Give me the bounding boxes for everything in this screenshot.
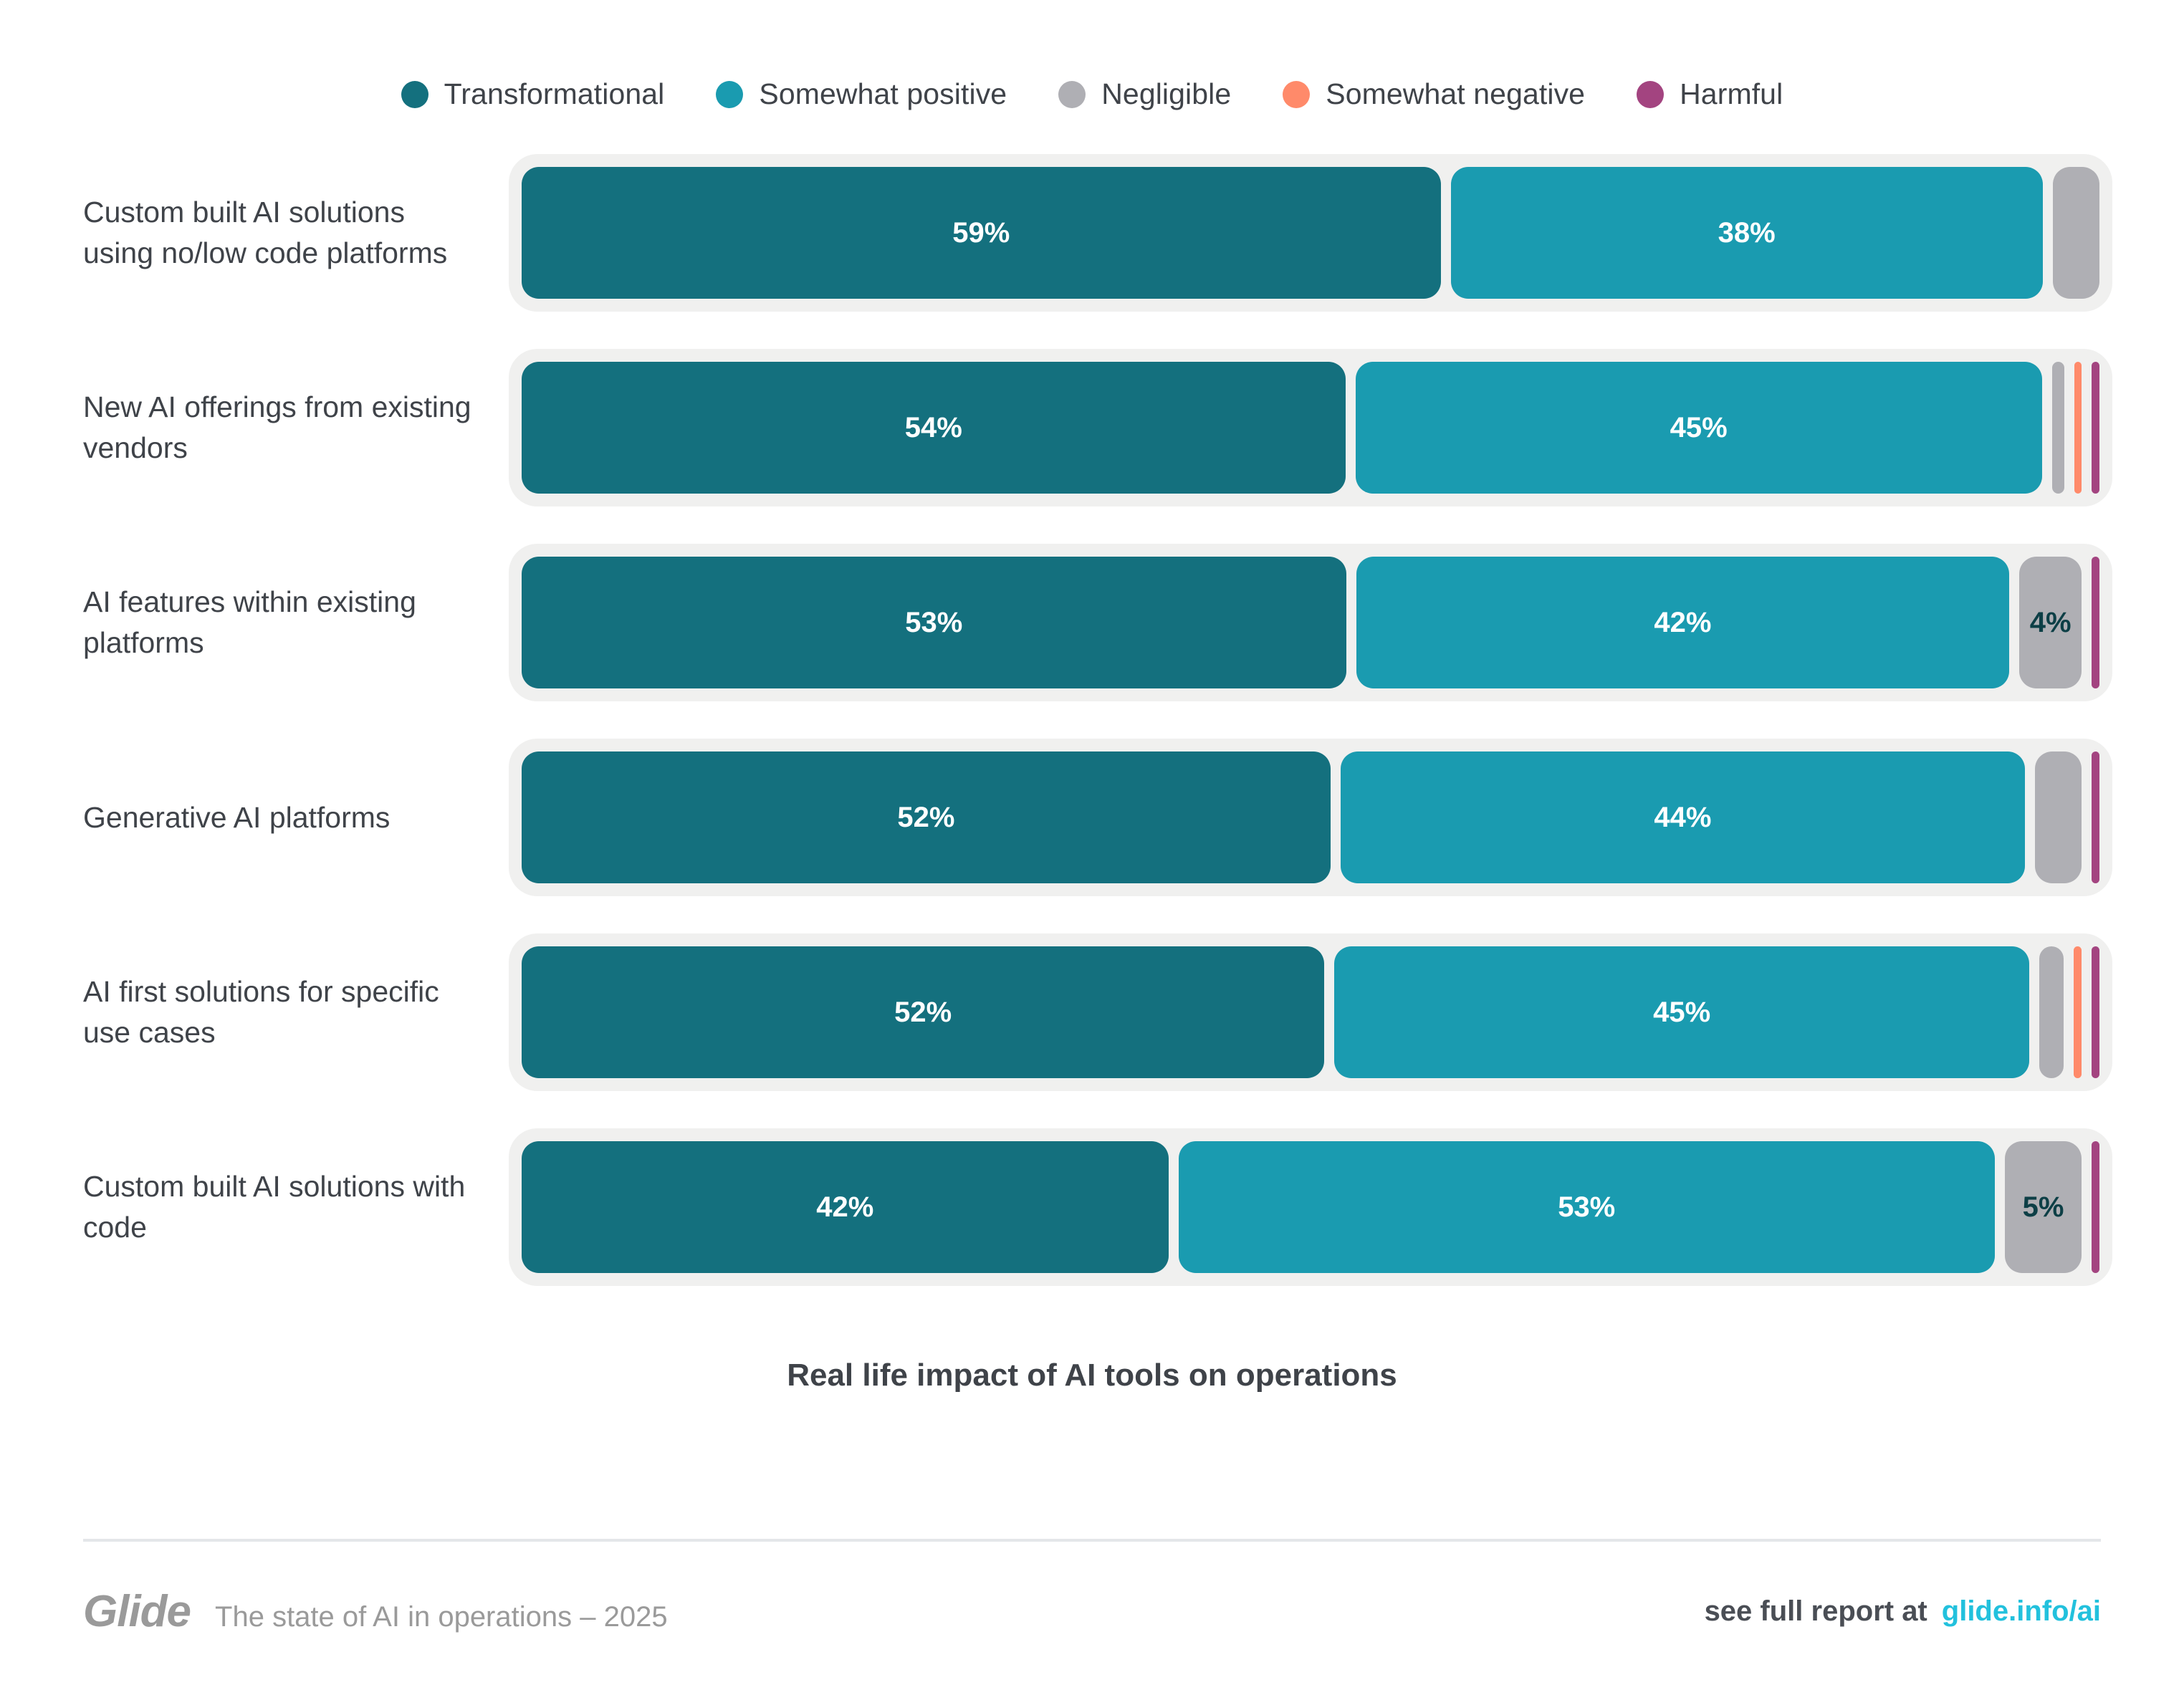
chart-row: Custom built AI solutions with code 42% 53…: [0, 1110, 2112, 1305]
bar-segment-somewhat-negative[interactable]: [2074, 362, 2082, 494]
chart-row: AI features within existing platforms 53%…: [0, 525, 2112, 720]
row-bar-track: 52% 44%: [509, 739, 2112, 896]
legend-item-somewhat-negative[interactable]: Somewhat negative: [1283, 77, 1585, 111]
bar-segment-transformational[interactable]: 54%: [522, 362, 1346, 494]
chart-row: Custom built AI solutions using no/low c…: [0, 135, 2112, 330]
footer-cta-text: see full report at: [1704, 1595, 1927, 1627]
bar-segment-somewhat-positive[interactable]: 38%: [1450, 167, 2043, 299]
bar-segment-value: 59%: [952, 216, 1010, 249]
footer-subtitle: The state of AI in operations – 2025: [215, 1601, 668, 1633]
bar-segment-harmful[interactable]: [2092, 362, 2099, 494]
chart-body: Custom built AI solutions using no/low c…: [0, 135, 2184, 1305]
bar-segment-negligible[interactable]: [2039, 946, 2064, 1078]
legend-item-label: Somewhat positive: [759, 77, 1007, 110]
bar-segment-negligible[interactable]: [2052, 167, 2099, 299]
bar-segment-negligible[interactable]: [2051, 362, 2064, 494]
legend-swatch-icon: [401, 80, 428, 108]
legend-swatch-icon: [1058, 80, 1086, 108]
bar-segment-value: 4%: [2029, 606, 2072, 638]
bar-segment-value: 53%: [905, 606, 963, 638]
legend-item-label: Somewhat negative: [1326, 77, 1586, 110]
footer-right: see full report at glide.info/ai: [1705, 1595, 2101, 1628]
chart-row: Generative AI platforms 52% 44%: [0, 720, 2112, 915]
legend-item-somewhat-positive[interactable]: Somewhat positive: [716, 77, 1007, 111]
bar-segment-value: 44%: [1654, 801, 1712, 833]
bar-segment-somewhat-positive[interactable]: 53%: [1178, 1141, 1995, 1273]
bar-segment-value: 52%: [897, 801, 955, 833]
bar-segment-negligible[interactable]: 4%: [2019, 557, 2082, 688]
bar-segment-harmful[interactable]: [2092, 557, 2099, 688]
bar-segment-harmful[interactable]: [2092, 1141, 2099, 1273]
bar-segment-somewhat-positive[interactable]: 45%: [1334, 946, 2029, 1078]
bar-segment-harmful[interactable]: [2092, 946, 2099, 1078]
row-bar-track: 53% 42% 4%: [509, 544, 2112, 701]
row-category-label: Custom built AI solutions with code: [83, 1170, 466, 1244]
bar-segment-transformational[interactable]: 53%: [522, 557, 1346, 688]
chart-legend: Transformational Somewhat positive Negligi…: [0, 0, 2184, 135]
row-category-label: Generative AI platforms: [83, 800, 391, 834]
row-bar-track: 52% 45%: [509, 933, 2112, 1091]
glide-logo: Glide: [83, 1587, 191, 1636]
bar-segment-somewhat-positive[interactable]: 45%: [1355, 362, 2042, 494]
bar-segment-negligible[interactable]: 5%: [2004, 1141, 2082, 1273]
row-bar-track: 42% 53% 5%: [509, 1128, 2112, 1286]
legend-swatch-icon: [1637, 80, 1665, 108]
bar-segment-somewhat-positive[interactable]: 44%: [1340, 751, 2026, 883]
bar-segment-transformational[interactable]: 42%: [522, 1141, 1169, 1273]
footer-wrapper: Glide The state of AI in operations – 20…: [0, 1539, 2184, 1700]
bar-segment-value: 54%: [904, 411, 962, 443]
legend-item-transformational[interactable]: Transformational: [401, 77, 665, 111]
row-category-label: AI features within existing platforms: [83, 585, 416, 659]
legend-item-negligible[interactable]: Negligible: [1058, 77, 1231, 111]
bar-segment-value: 5%: [2022, 1191, 2064, 1223]
chart-row: AI first solutions for specific use case…: [0, 915, 2112, 1110]
bar-segment-transformational[interactable]: 59%: [522, 167, 1441, 299]
bar-segment-transformational[interactable]: 52%: [522, 751, 1331, 883]
footer: Glide The state of AI in operations – 20…: [83, 1542, 2101, 1700]
bar-segment-value: 38%: [1718, 216, 1776, 249]
bar-segment-value: 45%: [1670, 411, 1728, 443]
bar-segment-value: 53%: [1558, 1191, 1616, 1223]
bar-segment-harmful[interactable]: [2092, 751, 2099, 883]
row-bar-track: 54% 45%: [509, 349, 2112, 506]
legend-item-harmful[interactable]: Harmful: [1637, 77, 1783, 111]
row-category-label: Custom built AI solutions using no/low c…: [83, 196, 448, 269]
legend-item-label: Negligible: [1101, 77, 1232, 110]
bar-segment-somewhat-positive[interactable]: 42%: [1356, 557, 2010, 688]
bar-segment-value: 52%: [894, 996, 952, 1028]
legend-item-label: Transformational: [444, 77, 665, 110]
chart-row: New AI offerings from existing vendors 54…: [0, 330, 2112, 525]
bar-segment-transformational[interactable]: 52%: [522, 946, 1325, 1078]
chart-title: Real life impact of AI tools on operatio…: [787, 1358, 1397, 1393]
bar-segment-value: 45%: [1653, 996, 1711, 1028]
row-category-label: New AI offerings from existing vendors: [83, 390, 471, 464]
legend-item-label: Harmful: [1680, 77, 1783, 110]
bar-segment-somewhat-negative[interactable]: [2074, 946, 2082, 1078]
bar-segment-value: 42%: [1654, 606, 1712, 638]
bar-segment-negligible[interactable]: [2035, 751, 2082, 883]
report-link[interactable]: glide.info/ai: [1942, 1595, 2101, 1628]
bar-segment-value: 42%: [816, 1191, 874, 1223]
row-bar-track: 59% 38%: [509, 154, 2112, 312]
footer-left: Glide The state of AI in operations – 20…: [83, 1586, 668, 1637]
row-category-label: AI first solutions for specific use case…: [83, 975, 439, 1049]
legend-swatch-icon: [1283, 80, 1311, 108]
legend-swatch-icon: [716, 80, 744, 108]
chart-page: Transformational Somewhat positive Negligi…: [0, 0, 2184, 1700]
